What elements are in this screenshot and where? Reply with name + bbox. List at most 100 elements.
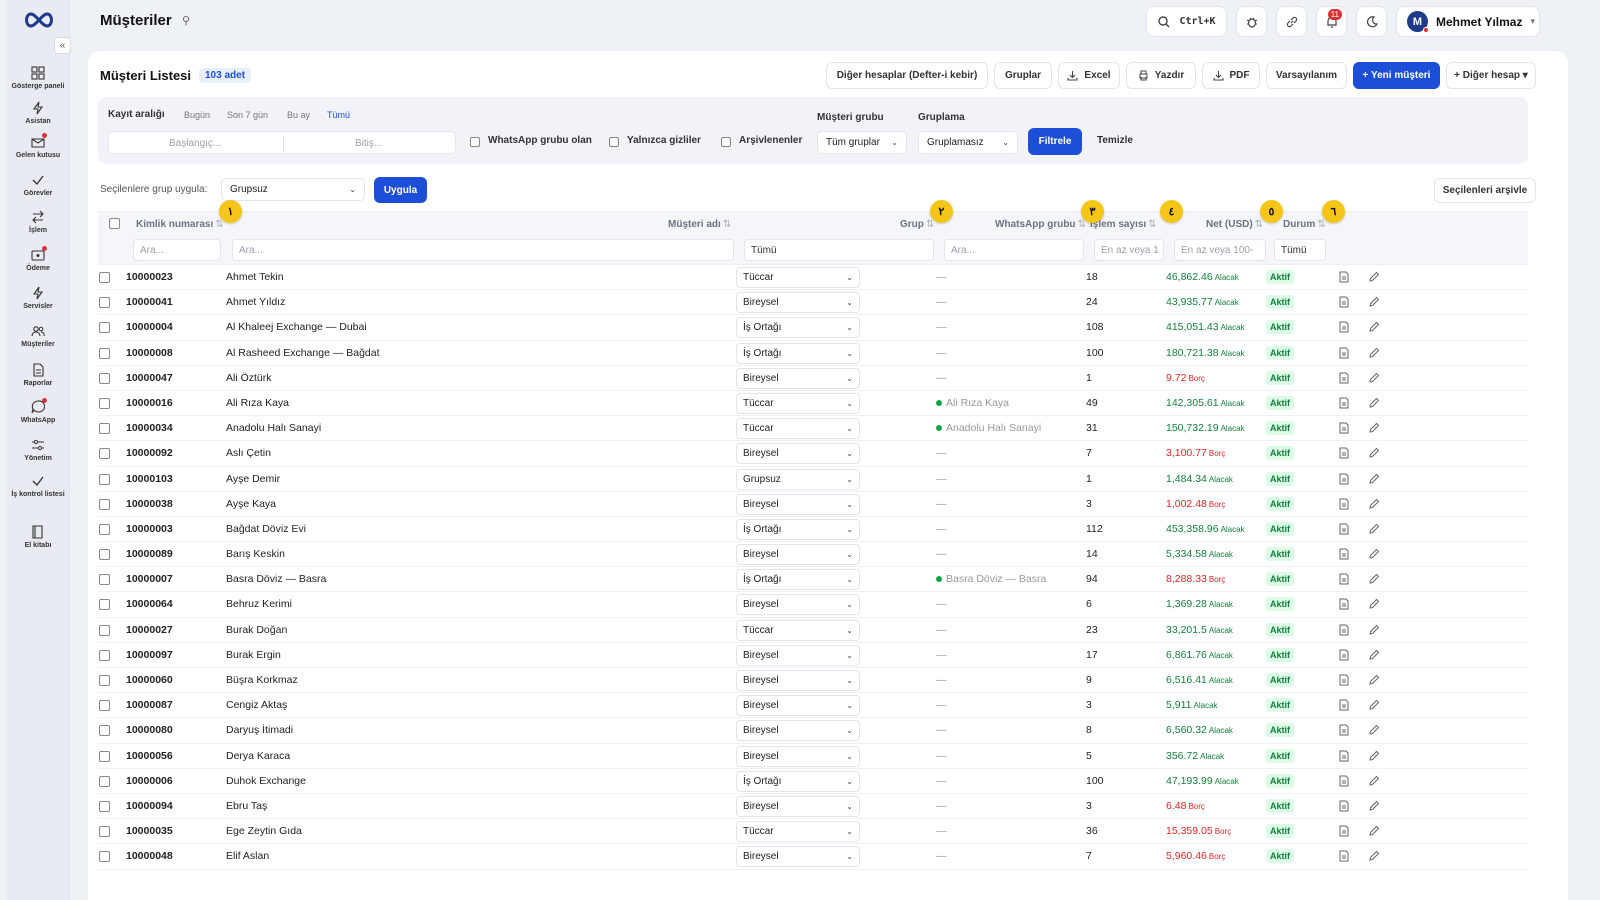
select-all-checkbox[interactable] [109,218,120,229]
status-filter-select[interactable]: Tümü [1274,239,1326,261]
row-group-select[interactable]: Bireysel ⌄ [736,292,860,314]
row-checkbox[interactable] [99,750,110,762]
col-count[interactable]: İşlem sayısı ⇅ [1090,219,1157,230]
row-group-select[interactable]: Bireysel ⌄ [736,493,860,515]
statement-icon[interactable] [1338,447,1350,459]
row-checkbox[interactable] [99,372,110,384]
customer-name[interactable]: Ali Rıza Kaya [226,397,289,409]
customer-name[interactable]: Daryuş İtimadi [226,724,293,736]
start-date-input[interactable]: Başlangıç... [169,138,221,149]
col-name[interactable]: Müşteri adı ⇅ [668,219,731,230]
table-row[interactable]: 10000087 Cengiz Aktaş Bireysel ⌄ — 3 5,911 Alac… [98,693,1528,719]
edit-icon[interactable] [1368,850,1380,862]
chip-today[interactable]: Bugün [184,110,210,120]
groups-button[interactable]: Gruplar [994,62,1052,89]
chip-all[interactable]: Tümü [327,110,350,120]
edit-icon[interactable] [1368,548,1380,560]
row-checkbox[interactable] [99,725,110,737]
sidebar-item-gelen-kutusu[interactable]: Gelen kutusu [6,133,70,160]
customer-name[interactable]: Bağdat Döviz Evi [226,523,306,535]
edit-icon[interactable] [1368,523,1380,535]
customer-name[interactable]: Ebru Taş [226,800,267,812]
edit-icon[interactable] [1368,750,1380,762]
customer-name[interactable]: Ege Zeytin Gıda [226,825,302,837]
table-row[interactable]: 10000003 Bağdat Döviz Evi İş Ortağı ⌄ — 112 45… [98,517,1528,543]
end-date-input[interactable]: Bitiş... [355,138,382,149]
bug-report-button[interactable] [1236,6,1267,37]
edit-icon[interactable] [1368,498,1380,510]
table-row[interactable]: 10000007 Basra Döviz — Basra İş Ortağı ⌄ Bas… [98,567,1528,593]
user-menu[interactable]: M Mehmet Yılmaz ▾ [1396,6,1540,37]
row-checkbox[interactable] [99,549,110,561]
whatsapp-group-checkbox[interactable] [470,137,480,147]
count-filter-input[interactable]: En az veya 1 [1094,239,1164,261]
row-group-select[interactable]: Tüccar ⌄ [736,821,860,843]
chip-month[interactable]: Bu ay [287,110,310,120]
row-checkbox[interactable] [99,473,110,485]
edit-icon[interactable] [1368,624,1380,636]
sidebar-item-el-kitabı[interactable]: El kitabı [6,525,70,550]
grouping-select[interactable]: Gruplamasız ⌄ [918,131,1018,154]
row-checkbox[interactable] [99,448,110,460]
customer-name[interactable]: Anadolu Halı Sanayi [226,422,321,434]
app-logo[interactable] [22,10,56,30]
edit-icon[interactable] [1368,372,1380,384]
customer-name[interactable]: Duhok Exchange [226,775,306,787]
customer-name[interactable]: Ahmet Tekin [226,271,284,283]
row-checkbox[interactable] [99,347,110,359]
statement-icon[interactable] [1338,498,1350,510]
table-row[interactable]: 10000041 Ahmet Yıldız Bireysel ⌄ — 24 43,935.7… [98,290,1528,316]
statement-icon[interactable] [1338,699,1350,711]
statement-icon[interactable] [1338,800,1350,812]
sidebar-item-i-şlem[interactable]: İşlem [6,210,70,235]
default-view-button[interactable]: Varsayılanım [1266,62,1347,89]
customer-name[interactable]: Ayşe Demir [226,473,280,485]
row-group-select[interactable]: Tüccar ⌄ [736,267,860,288]
table-row[interactable]: 10000004 Al Khaleej Exchange — Dubai İş Or… [98,315,1528,341]
bulk-group-select[interactable]: Grupsuz ⌄ [221,178,365,201]
edit-icon[interactable] [1368,800,1380,812]
statement-icon[interactable] [1338,573,1350,585]
row-group-select[interactable]: Tüccar ⌄ [736,619,860,641]
edit-icon[interactable] [1368,825,1380,837]
row-group-select[interactable]: Bireysel ⌄ [736,695,860,717]
table-row[interactable]: 10000035 Ege Zeytin Gıda Tüccar ⌄ — 36 15,359.… [98,819,1528,845]
row-checkbox[interactable] [99,624,110,636]
statement-icon[interactable] [1338,825,1350,837]
row-checkbox[interactable] [99,574,110,586]
ledger-button[interactable]: Diğer hesaplar (Defter-i kebir) [826,62,988,89]
table-row[interactable]: 10000103 Ayşe Demir Grupsuz ⌄ — 1 1,484.34 Alac… [98,467,1528,492]
row-group-select[interactable]: İş Ortağı ⌄ [736,342,860,364]
customer-name[interactable]: Aslı Çetin [226,447,271,459]
statement-icon[interactable] [1338,271,1350,283]
statement-icon[interactable] [1338,422,1350,434]
filter-button[interactable]: Filtrele [1028,128,1082,155]
sidebar-item-yönetim[interactable]: Yönetim [6,438,70,463]
row-checkbox[interactable] [99,272,110,283]
search-button[interactable]: Ctrl+K [1146,6,1227,37]
table-row[interactable]: 10000006 Duhok Exchange İş Ortağı ⌄ — 100 47,1… [98,769,1528,794]
row-group-select[interactable]: Tüccar ⌄ [736,418,860,440]
table-row[interactable]: 10000048 Elif Aslan Bireysel ⌄ — 7 5,960.46 Bor… [98,844,1528,870]
statement-icon[interactable] [1338,624,1350,636]
net-filter-input[interactable]: En az veya 100- [1174,239,1266,261]
sidebar-item-müşteriler[interactable]: Müşteriler [6,324,70,349]
row-checkbox[interactable] [99,700,110,712]
pin-icon[interactable]: ⚲ [182,14,190,27]
edit-icon[interactable] [1368,473,1380,485]
table-row[interactable]: 10000089 Barış Keskin Bireysel ⌄ — 14 5,334.58… [98,542,1528,568]
statement-icon[interactable] [1338,850,1350,862]
statement-icon[interactable] [1338,674,1350,686]
customer-name[interactable]: Behruz Kerimi [226,598,292,610]
row-group-select[interactable]: Bireysel ⌄ [736,544,860,566]
row-checkbox[interactable] [99,775,110,787]
pdf-button[interactable]: PDF [1202,62,1260,89]
table-row[interactable]: 10000060 Büşra Korkmaz Bireysel ⌄ — 9 6,516.41… [98,668,1528,694]
row-group-select[interactable]: İş Ortağı ⌄ [736,518,860,540]
customer-name[interactable]: Burak Ergin [226,649,281,661]
table-row[interactable]: 10000034 Anadolu Halı Sanayi Tüccar ⌄ Anadol… [98,416,1528,442]
row-group-select[interactable]: Bireysel ⌄ [736,594,860,616]
chip-7days[interactable]: Son 7 gün [227,110,268,120]
whatsapp-filter-input[interactable]: Ara... [944,239,1084,261]
row-checkbox[interactable] [99,397,110,409]
